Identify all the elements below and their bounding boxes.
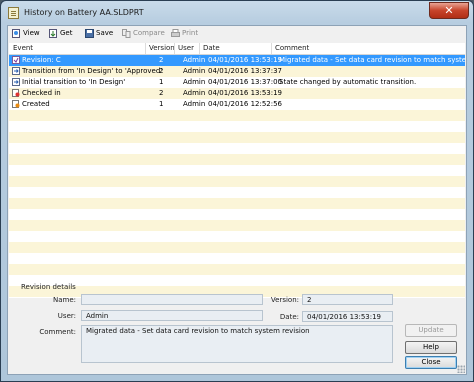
revision-icon [12,56,20,64]
compare-label: Compare [133,29,165,37]
window-title: History on Battery AA.SLDPRT [24,8,144,17]
view-label: View [23,29,40,37]
empty-row [9,242,465,253]
window-close-button[interactable]: ✕ [429,2,469,19]
history-list[interactable]: Revision: C 2 Admin 04/01/2016 13:53:19 Migr… [9,55,465,298]
history-row[interactable]: Created 1 Admin 04/01/2016 12:52:56 [9,99,465,110]
cell-comment: Migrated data - Set data card revision t… [279,56,465,64]
history-row[interactable]: Checked in 2 Admin 04/01/2016 13:53:19 [9,88,465,99]
cell-user: Admin [183,78,206,86]
cell-event: Initial transition to 'In Design' [22,78,126,86]
column-header-event[interactable]: Event [13,44,33,52]
column-headers: Event Version User Date Comment [9,43,465,55]
column-divider[interactable] [271,43,272,54]
printer-icon [171,29,180,37]
cell-date: 04/01/2016 13:37:37 [208,67,283,75]
comment-label: Comment: [39,328,76,336]
empty-row [9,165,465,176]
version-field: 2 [302,294,393,305]
empty-row [9,253,465,264]
save-icon [85,29,94,38]
transition-icon [12,78,20,86]
cell-date: 04/01/2016 13:53:19 [208,56,283,64]
resize-grip[interactable] [457,365,465,373]
column-divider[interactable] [199,43,200,54]
comment-field: Migrated data - Set data card revision t… [81,325,393,363]
column-header-comment[interactable]: Comment [275,44,309,52]
cell-user: Admin [183,89,206,97]
cell-event: Created [22,100,50,108]
empty-row [9,154,465,165]
name-label: Name: [52,296,76,304]
empty-row [9,264,465,275]
transition-icon [12,67,20,75]
cell-date: 04/01/2016 13:37:00 [208,78,283,86]
checkin-icon [12,89,20,97]
version-label: Version: [270,296,299,304]
cell-comment: State changed by automatic transition. [279,78,417,86]
user-label: User: [57,312,76,320]
empty-row [9,132,465,143]
column-divider[interactable] [174,43,175,54]
dialog-client: View Get Save Compare Print Event Versio… [7,25,467,375]
revision-details-heading: Revision details [21,283,76,291]
user-field: Admin [81,310,263,321]
compare-button[interactable]: Compare [122,28,165,39]
history-row[interactable]: Transition from 'In Design' to 'Approved… [9,66,465,77]
compare-icon [122,29,131,38]
history-window: History on Battery AA.SLDPRT ✕ View Get … [0,0,474,382]
column-header-user[interactable]: User [178,44,194,52]
cell-event: Checked in [22,89,61,97]
empty-row [9,209,465,220]
cell-version: 1 [159,100,164,108]
history-row[interactable]: Initial transition to 'In Design' 1 Admin 0… [9,77,465,88]
close-button[interactable]: Close [405,356,457,369]
cell-version: 2 [159,89,164,97]
empty-row [9,121,465,132]
cell-user: Admin [183,56,206,64]
print-label: Print [182,29,199,37]
empty-row [9,176,465,187]
name-field [81,294,263,305]
toolbar: View Get Save Compare Print [8,26,466,41]
column-divider[interactable] [145,43,146,54]
cell-version: 2 [159,56,164,64]
empty-row [9,231,465,242]
get-button[interactable]: Get [49,28,72,39]
view-button[interactable]: View [12,28,40,39]
empty-row [9,275,465,286]
empty-row [9,143,465,154]
empty-row [9,198,465,209]
cell-user: Admin [183,67,206,75]
help-button[interactable]: Help [405,341,457,354]
cell-event: Transition from 'In Design' to 'Approved… [22,67,163,75]
empty-row [9,187,465,198]
cell-user: Admin [183,100,206,108]
created-icon [12,100,20,108]
get-icon [49,29,57,38]
column-header-version[interactable]: Version [149,44,175,52]
print-button[interactable]: Print [171,28,198,39]
empty-row [9,110,465,121]
save-button[interactable]: Save [85,28,113,39]
date-field: 04/01/2016 13:53:19 [302,311,393,322]
cell-version: 1 [159,78,164,86]
title-bar[interactable]: History on Battery AA.SLDPRT ✕ [1,1,473,25]
save-label: Save [96,29,114,37]
get-label: Get [60,29,73,37]
update-button[interactable]: Update [405,324,457,337]
view-icon [12,29,20,38]
cell-event: Revision: C [22,56,61,64]
history-row[interactable]: Revision: C 2 Admin 04/01/2016 13:53:19 Migr… [9,55,465,66]
cell-date: 04/01/2016 13:53:19 [208,89,283,97]
cell-date: 04/01/2016 12:52:56 [208,100,283,108]
cell-version: 2 [159,67,164,75]
column-header-date[interactable]: Date [203,44,220,52]
document-icon [8,7,19,19]
empty-row [9,220,465,231]
date-label: Date: [279,313,299,321]
